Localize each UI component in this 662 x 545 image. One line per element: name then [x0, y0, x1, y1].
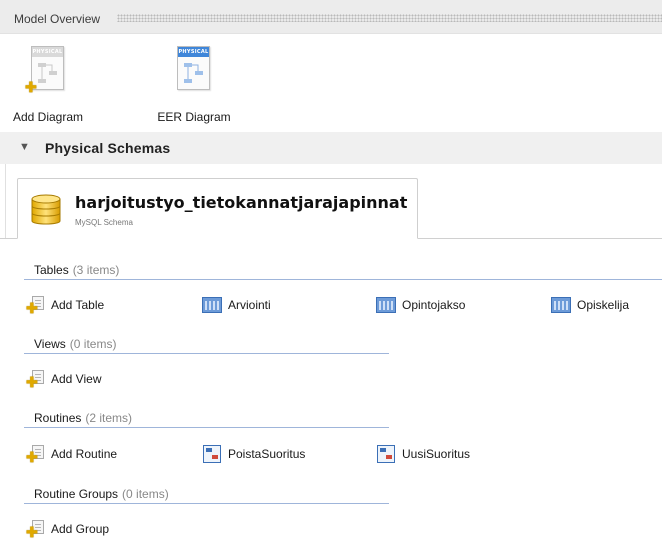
- schema-tab[interactable]: harjoitustyo_tietokannatjarajapinnat MyS…: [17, 178, 418, 239]
- routines-group-header: Routines (2 items): [24, 406, 389, 428]
- model-overview-header: Model Overview: [0, 0, 662, 34]
- add-group-icon: ✚: [26, 519, 46, 539]
- model-overview-title: Model Overview: [14, 12, 101, 26]
- schema-subtitle: MySQL Schema: [75, 218, 133, 227]
- table-icon: [376, 297, 396, 313]
- routine-icon: [203, 445, 221, 463]
- routines-group-count: (2 items): [85, 411, 133, 425]
- views-group-count: (0 items): [69, 337, 117, 351]
- add-table-label: Add Table: [51, 298, 105, 312]
- add-view-label: Add View: [51, 372, 102, 386]
- table-item-label: Opiskelija: [577, 298, 630, 312]
- header-divider: [117, 14, 662, 22]
- table-icon: [551, 297, 571, 313]
- table-item-label: Arviointi: [228, 298, 271, 312]
- tables-group-count: (3 items): [72, 263, 120, 277]
- collapse-triangle-icon[interactable]: ▼: [19, 141, 30, 153]
- eer-diagram-button[interactable]: PHYSICAL EER Diagram: [149, 44, 239, 126]
- add-group-label: Add Group: [51, 522, 110, 536]
- left-border: [5, 164, 6, 239]
- routine-groups-name: Routine Groups: [34, 487, 119, 501]
- add-table-icon: ✚: [26, 295, 46, 315]
- schema-name: harjoitustyo_tietokannatjarajapinnat: [75, 193, 408, 212]
- add-routine-icon: ✚: [26, 444, 46, 464]
- add-plus-icon: ✚: [25, 79, 37, 95]
- tables-group-header: Tables (3 items): [24, 258, 662, 280]
- views-group-name: Views: [34, 337, 66, 351]
- table-item-label: Opintojakso: [402, 298, 466, 312]
- views-group-header: Views (0 items): [24, 332, 389, 354]
- routine-item-label: PoistaSuoritus: [228, 447, 306, 461]
- add-routine-label: Add Routine: [51, 447, 118, 461]
- tables-group-name: Tables: [34, 263, 69, 277]
- routine-icon: [377, 445, 395, 463]
- database-icon: [31, 194, 61, 225]
- eer-diagram-label: EER Diagram: [157, 110, 231, 124]
- routine-groups-count: (0 items): [122, 487, 169, 501]
- add-view-icon: ✚: [26, 369, 46, 389]
- table-icon: [202, 297, 222, 313]
- routine-groups-header: Routine Groups (0 items): [24, 482, 389, 504]
- eer-diagram-document-icon: PHYSICAL: [177, 46, 210, 90]
- add-diagram-label: Add Diagram: [12, 110, 84, 124]
- routines-group-name: Routines: [34, 411, 82, 425]
- physical-schemas-section[interactable]: ▼ Physical Schemas: [0, 132, 662, 164]
- routine-item-label: UusiSuoritus: [402, 447, 471, 461]
- physical-schemas-title: Physical Schemas: [45, 140, 171, 156]
- add-diagram-button[interactable]: PHYSICAL ✚ Add Diagram: [3, 44, 93, 126]
- eer-diagram-lines-icon: [184, 63, 203, 83]
